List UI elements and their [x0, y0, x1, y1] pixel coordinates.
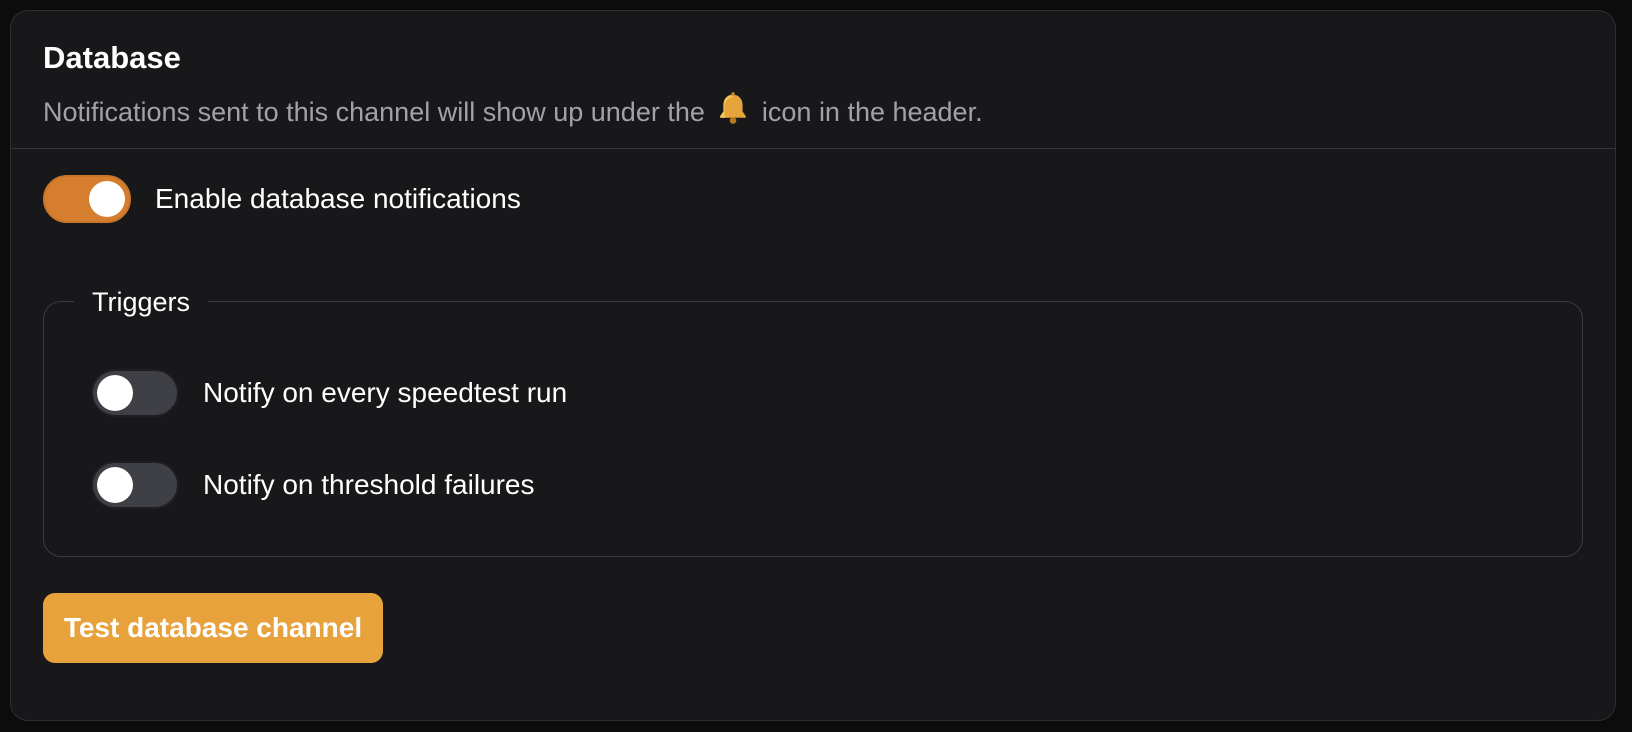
notify-threshold-failures-toggle[interactable]	[91, 461, 179, 509]
enable-notifications-label: Enable database notifications	[155, 183, 521, 214]
triggers-fieldset: Triggers Notify on every speedtest run N…	[43, 284, 1583, 557]
card-header: Database Notifications sent to this chan…	[11, 11, 1615, 149]
trigger-row-threshold: Notify on threshold failures	[91, 461, 535, 509]
enable-notifications-toggle[interactable]	[43, 175, 131, 223]
database-channel-card: Database Notifications sent to this chan…	[10, 10, 1616, 721]
test-database-channel-button[interactable]: Test database channel	[43, 593, 383, 663]
notify-threshold-failures-label: Notify on threshold failures	[203, 469, 535, 500]
notify-every-run-toggle[interactable]	[91, 369, 179, 417]
card-description: Notifications sent to this channel will …	[43, 91, 983, 134]
enable-notifications-row: Enable database notifications	[43, 175, 521, 223]
triggers-legend: Triggers	[74, 284, 209, 320]
trigger-row-speedtest: Notify on every speedtest run	[91, 369, 567, 417]
description-text-start: Notifications sent to this channel will …	[43, 97, 705, 127]
toggle-knob	[97, 467, 133, 503]
card-title: Database	[43, 40, 181, 75]
bell-icon	[716, 91, 750, 134]
toggle-knob	[89, 181, 125, 217]
notify-every-run-label: Notify on every speedtest run	[203, 377, 568, 408]
toggle-knob	[97, 375, 133, 411]
description-text-end: icon in the header.	[761, 97, 983, 127]
